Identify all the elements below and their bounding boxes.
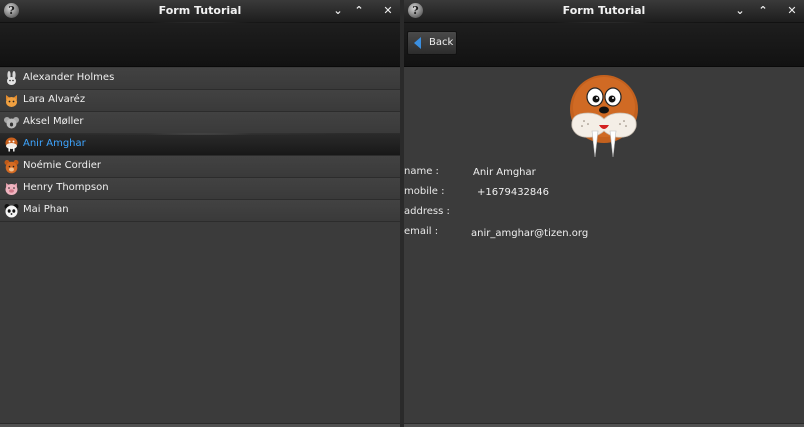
maximize-icon[interactable]: ⌃ bbox=[756, 4, 770, 18]
walrus-icon bbox=[570, 75, 638, 158]
walrus-icon bbox=[5, 137, 18, 152]
panda-icon bbox=[4, 204, 19, 218]
list-item[interactable]: Anir Amghar bbox=[0, 134, 400, 156]
close-icon[interactable]: ✕ bbox=[785, 4, 799, 18]
rabbit-icon bbox=[7, 71, 16, 85]
back-button-label: Back bbox=[429, 37, 454, 48]
title-bar: ? Form Tutorial ⌄ ⌃ ✕ bbox=[404, 0, 804, 23]
close-icon[interactable]: ✕ bbox=[381, 4, 395, 18]
contact-name: Henry Thompson bbox=[23, 182, 109, 193]
name-label: name : bbox=[404, 166, 439, 177]
toolbar bbox=[0, 23, 400, 67]
mobile-value: +1679432846 bbox=[477, 187, 550, 198]
minimize-icon[interactable]: ⌄ bbox=[733, 4, 747, 18]
title-bar: ? Form Tutorial ⌄ ⌃ ✕ bbox=[0, 0, 400, 23]
email-value: anir_amghar@tizen.org bbox=[471, 228, 589, 239]
minimize-icon[interactable]: ⌄ bbox=[331, 4, 345, 18]
bear-icon bbox=[4, 160, 19, 174]
mobile-label: mobile : bbox=[404, 186, 445, 197]
contact-list: Alexander Holmes Lara Alvaréz Aksel Møll… bbox=[0, 68, 400, 222]
list-item[interactable]: Noémie Cordier bbox=[0, 156, 400, 178]
contact-name: Anir Amghar bbox=[23, 138, 86, 149]
contact-name: Alexander Holmes bbox=[23, 72, 115, 83]
cat-icon bbox=[6, 95, 17, 107]
selection-glow bbox=[0, 133, 400, 135]
bottom-edge bbox=[404, 423, 804, 427]
contact-name: Lara Alvaréz bbox=[23, 94, 86, 105]
contact-name: Aksel Møller bbox=[23, 116, 84, 127]
contact-detail-window: ? Form Tutorial ⌄ ⌃ ✕ Back name : Anir A… bbox=[404, 0, 804, 427]
koala-icon bbox=[4, 117, 19, 129]
list-item[interactable]: Alexander Holmes bbox=[0, 68, 400, 90]
list-item[interactable]: Henry Thompson bbox=[0, 178, 400, 200]
back-button[interactable]: Back bbox=[407, 31, 457, 55]
list-item[interactable]: Lara Alvaréz bbox=[0, 90, 400, 112]
name-value: Anir Amghar bbox=[473, 167, 536, 178]
address-label: address : bbox=[404, 206, 450, 217]
list-item[interactable]: Mai Phan bbox=[0, 200, 400, 222]
maximize-icon[interactable]: ⌃ bbox=[352, 4, 366, 18]
back-arrow-icon bbox=[414, 37, 421, 49]
contact-list-window: ? Form Tutorial ⌄ ⌃ ✕ Alexander Holmes L… bbox=[0, 0, 400, 427]
contact-name: Mai Phan bbox=[23, 204, 69, 215]
pig-icon bbox=[5, 183, 18, 195]
list-item[interactable]: Aksel Møller bbox=[0, 112, 400, 134]
toolbar: Back bbox=[404, 23, 804, 67]
email-label: email : bbox=[404, 226, 439, 237]
bottom-edge bbox=[0, 423, 400, 427]
contact-name: Noémie Cordier bbox=[23, 160, 102, 171]
